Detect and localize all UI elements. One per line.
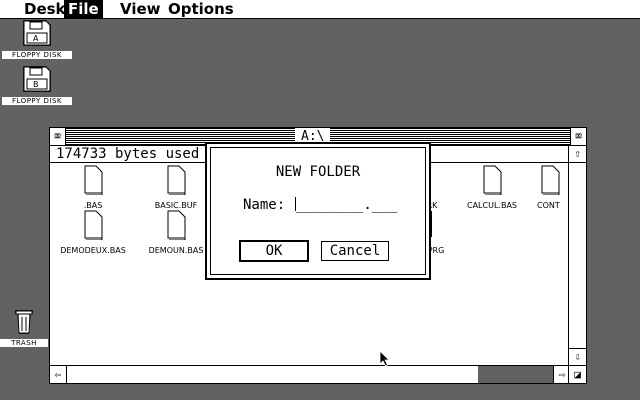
new-folder-dialog: NEW FOLDER Name: ________.___ OK Cancel xyxy=(205,142,431,280)
document-icon xyxy=(541,165,560,196)
menu-file[interactable]: File xyxy=(64,0,103,18)
document-icon xyxy=(483,165,502,196)
menu-view[interactable]: View xyxy=(116,0,165,18)
menu-options[interactable]: Options xyxy=(164,0,238,18)
svg-text:B: B xyxy=(33,80,39,89)
svg-text:A: A xyxy=(33,34,39,43)
ok-button[interactable]: OK xyxy=(239,240,309,262)
desktop-icon-label: TRASH xyxy=(0,339,48,347)
desktop-icon-label: FLOPPY DISK xyxy=(2,97,72,105)
file-label: DEMOUN.BAS xyxy=(148,246,204,255)
name-label: Name: xyxy=(243,197,286,213)
vertical-scrollbar[interactable]: ⇧ ⇩ xyxy=(568,146,586,365)
name-template: ________.___ xyxy=(296,197,398,213)
scroll-up-icon[interactable]: ⇧ xyxy=(569,146,586,163)
cancel-button[interactable]: Cancel xyxy=(321,241,389,261)
document-icon xyxy=(167,210,186,241)
vertical-scroll-thumb[interactable] xyxy=(569,162,586,350)
file-icon-item[interactable]: DEMODEUX.BAS xyxy=(53,210,133,255)
dialog-title: NEW FOLDER xyxy=(275,164,361,180)
floppy-disk-icon: B xyxy=(23,66,51,92)
desktop-icon-floppy-a[interactable]: A FLOPPY DISK xyxy=(2,20,72,59)
scroll-down-icon[interactable]: ⇩ xyxy=(569,348,586,365)
document-icon xyxy=(84,210,103,241)
menu-desk[interactable]: Desk xyxy=(20,0,70,18)
file-icon-item[interactable]: BASIC.BUF xyxy=(136,165,216,210)
file-label: DEMODEUX.BAS xyxy=(60,246,126,255)
mouse-pointer-icon xyxy=(379,350,390,367)
file-label: CALCUL.BAS xyxy=(467,201,517,210)
horizontal-scroll-thumb[interactable] xyxy=(66,366,479,383)
desktop-icon-floppy-b[interactable]: B FLOPPY DISK xyxy=(2,66,72,105)
desktop-icon-trash[interactable]: TRASH xyxy=(0,308,48,347)
document-icon xyxy=(167,165,186,196)
full-box-icon[interactable]: ⌧ xyxy=(570,128,586,145)
menu-bar: Desk File View Options xyxy=(0,0,640,19)
resize-box-icon[interactable]: ◪ xyxy=(568,366,586,383)
file-label: BASIC.BUF xyxy=(154,201,198,210)
trash-can-icon xyxy=(15,310,33,334)
floppy-disk-icon: A xyxy=(23,20,51,46)
file-label: .BAS xyxy=(83,201,103,210)
file-icon-item[interactable]: DEMOUN.BAS xyxy=(136,210,216,255)
file-label: CONT xyxy=(537,201,560,210)
file-icon-item[interactable]: CALCUL.BAS xyxy=(452,165,532,210)
horizontal-scroll-track[interactable] xyxy=(478,366,554,383)
desktop-icon-label: FLOPPY DISK xyxy=(2,51,72,59)
close-box-icon[interactable]: ⌧ xyxy=(50,128,66,145)
scroll-left-icon[interactable]: ⇦ xyxy=(50,366,66,383)
file-icon-item[interactable]: CONT xyxy=(537,165,566,210)
document-icon xyxy=(84,165,103,196)
file-icon-item[interactable]: .BAS xyxy=(53,165,133,210)
dialog-frame: NEW FOLDER Name: ________.___ OK Cancel xyxy=(210,147,426,275)
folder-name-input[interactable]: ________.___ xyxy=(295,197,397,213)
horizontal-scrollbar[interactable]: ⇦ ⇨ ◪ xyxy=(50,365,586,383)
